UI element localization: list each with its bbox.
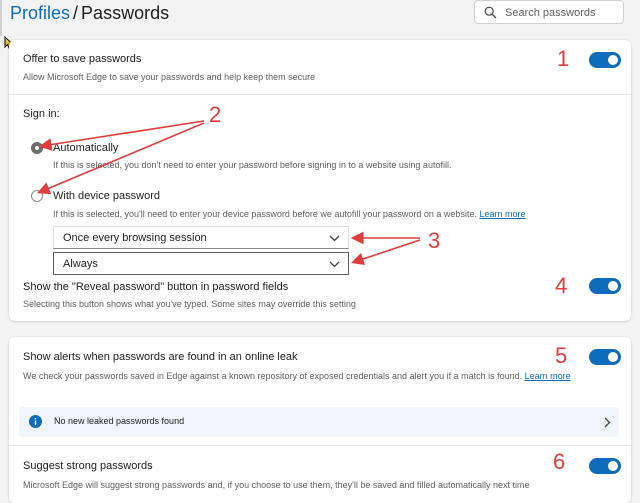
- device-password-label[interactable]: With device password: [53, 190, 160, 202]
- breadcrumb-separator: /: [73, 3, 79, 23]
- sign-in-heading: Sign in:: [23, 108, 60, 120]
- frequency-dropdown[interactable]: Once every browsing session: [53, 226, 349, 249]
- search-box[interactable]: [474, 0, 624, 24]
- annotation-number: 3: [428, 228, 441, 253]
- search-input[interactable]: [505, 4, 617, 22]
- security-settings-card: Show alerts when passwords are found in …: [9, 337, 631, 503]
- device-password-description: If this is selected, you'll need to ente…: [53, 209, 526, 219]
- always-dropdown[interactable]: Always: [53, 252, 349, 275]
- leak-alerts-description-text: We check your passwords saved in Edge ag…: [23, 371, 523, 381]
- device-password-description-text: If this is selected, you'll need to ente…: [53, 209, 477, 219]
- chevron-down-icon: [329, 235, 340, 242]
- leak-learn-more-link[interactable]: Learn more: [525, 371, 571, 381]
- leak-status-text: No new leaked passwords found: [54, 416, 185, 426]
- leak-alerts-title: Show alerts when passwords are found in …: [23, 351, 298, 363]
- password-settings-card: Offer to save passwords Allow Microsoft …: [9, 40, 631, 321]
- strong-pw-title: Suggest strong passwords: [23, 460, 153, 472]
- offer-save-toggle[interactable]: [589, 52, 621, 68]
- chevron-right-icon: [604, 417, 611, 428]
- toggle-knob: [608, 281, 618, 291]
- annotation-number: 1: [557, 46, 570, 71]
- radio-device-password[interactable]: [31, 190, 43, 202]
- toggle-knob: [608, 461, 618, 471]
- reveal-description: Selecting this button shows what you've …: [23, 299, 356, 309]
- divider: [9, 94, 631, 95]
- frequency-dropdown-value: Once every browsing session: [63, 232, 207, 244]
- leak-status-banner[interactable]: No new leaked passwords found: [19, 407, 619, 437]
- annotation-number: 5: [555, 343, 568, 368]
- automatically-description: If this is selected, you don't need to e…: [53, 160, 452, 170]
- strong-pw-description: Microsoft Edge will suggest strong passw…: [23, 480, 530, 490]
- reveal-title: Show the "Reveal password" button in pas…: [23, 281, 289, 293]
- breadcrumb-profiles-link[interactable]: Profiles: [10, 3, 70, 23]
- offer-save-description: Allow Microsoft Edge to save your passwo…: [23, 72, 316, 82]
- annotation-number: 4: [555, 273, 568, 298]
- toggle-knob: [608, 55, 618, 65]
- annotation-number: 2: [209, 102, 222, 127]
- search-icon: [484, 6, 497, 19]
- strong-pw-toggle[interactable]: [589, 458, 621, 474]
- page-title: Passwords: [81, 3, 170, 23]
- toggle-knob: [608, 352, 618, 362]
- always-dropdown-value: Always: [63, 258, 98, 270]
- radio-automatically[interactable]: [31, 142, 43, 154]
- leak-alerts-toggle[interactable]: [589, 349, 621, 365]
- reveal-toggle[interactable]: [589, 278, 621, 294]
- divider: [9, 445, 631, 446]
- learn-more-link[interactable]: Learn more: [479, 209, 525, 219]
- offer-save-title: Offer to save passwords: [23, 53, 142, 65]
- annotation-number: 6: [553, 449, 566, 474]
- automatically-label[interactable]: Automatically: [53, 142, 118, 154]
- info-icon: [29, 415, 42, 428]
- leak-alerts-description: We check your passwords saved in Edge ag…: [23, 370, 583, 382]
- chevron-down-icon: [329, 261, 340, 268]
- window-edge: [0, 0, 2, 36]
- breadcrumb: Profiles / Passwords: [10, 3, 169, 24]
